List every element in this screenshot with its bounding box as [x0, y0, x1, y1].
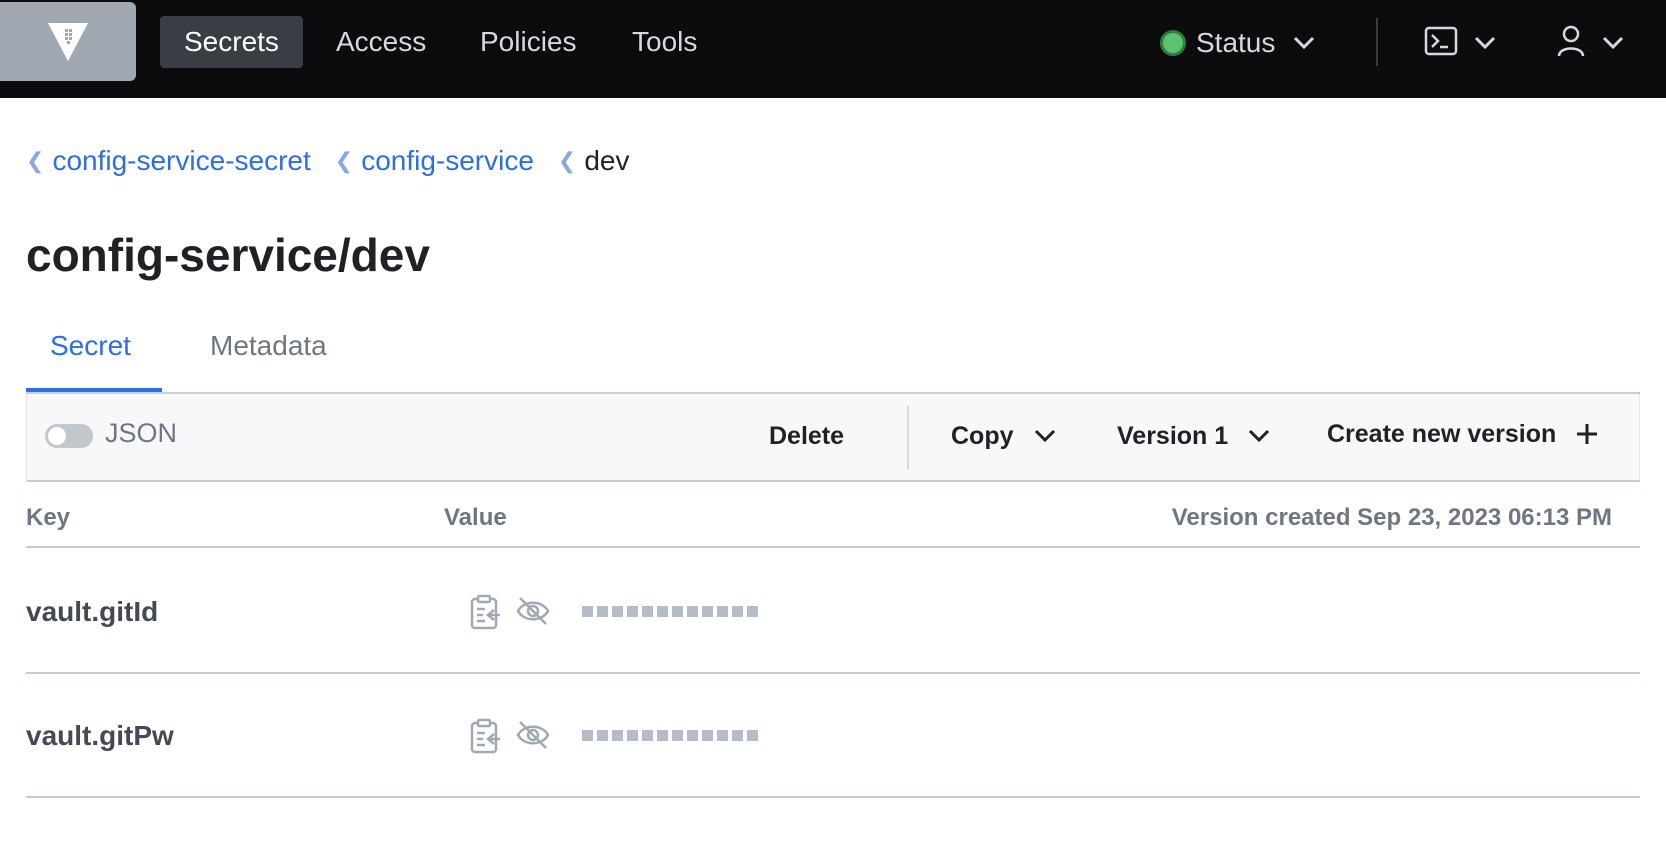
breadcrumb-link-config-service-secret[interactable]: config-service-secret	[52, 145, 310, 177]
toolbar-divider	[907, 406, 909, 470]
json-toggle-label: JSON	[105, 418, 178, 448]
chevron-left-icon: ❮	[26, 148, 45, 173]
version-dropdown[interactable]: Version 1	[1117, 414, 1270, 458]
nav-item-tools[interactable]: Tools	[608, 16, 721, 68]
vault-logo-icon[interactable]	[0, 2, 136, 81]
chevron-down-icon	[1034, 429, 1056, 443]
user-icon	[1556, 24, 1586, 63]
chevron-down-icon	[1248, 429, 1270, 443]
create-new-version-label: Create new version	[1327, 420, 1557, 448]
plus-icon	[1576, 423, 1598, 445]
copy-dropdown[interactable]: Copy	[951, 414, 1056, 458]
chevron-down-icon	[1602, 36, 1624, 50]
status-dot-icon	[1160, 30, 1186, 56]
masked-value	[582, 730, 758, 741]
table-header: Key Value Version created Sep 23, 2023 0…	[26, 484, 1640, 548]
eye-off-icon[interactable]	[516, 596, 550, 631]
json-toggle[interactable]	[45, 424, 93, 448]
column-header-key: Key	[26, 504, 71, 531]
tab-secret[interactable]: Secret	[26, 326, 162, 392]
nav-divider	[1376, 18, 1378, 66]
clipboard-copy-icon[interactable]	[470, 594, 502, 635]
nav-item-policies[interactable]: Policies	[456, 16, 600, 68]
table-row: vault.gitPw	[26, 674, 1640, 798]
toggle-knob	[48, 427, 66, 445]
breadcrumb: ❮ config-service-secret ❮ config-service…	[26, 145, 630, 177]
column-header-value: Value	[444, 504, 507, 531]
eye-off-icon[interactable]	[516, 720, 550, 755]
status-label: Status	[1196, 27, 1276, 58]
table-row: vault.gitId	[26, 550, 1640, 674]
user-menu-button[interactable]	[1556, 22, 1624, 64]
nav-item-access[interactable]: Access	[312, 16, 450, 68]
page-title: config-service/dev	[26, 229, 430, 281]
chevron-down-icon	[1293, 36, 1315, 50]
masked-value	[582, 606, 758, 617]
console-menu-button[interactable]	[1424, 22, 1496, 64]
chevron-left-icon: ❮	[557, 148, 577, 173]
tab-bar: Secret Metadata	[26, 326, 1640, 394]
secret-key: vault.gitId	[26, 596, 159, 627]
secret-key: vault.gitPw	[26, 720, 174, 751]
status-menu[interactable]: Status	[1160, 20, 1315, 66]
breadcrumb-current: dev	[584, 145, 630, 176]
clipboard-copy-icon[interactable]	[470, 718, 502, 759]
delete-button[interactable]: Delete	[769, 414, 844, 458]
nav-item-secrets[interactable]: Secrets	[160, 16, 303, 68]
secret-toolbar: JSON Delete Copy Version 1 Create new ve…	[26, 394, 1640, 482]
version-label: Version 1	[1117, 422, 1229, 450]
terminal-icon	[1424, 26, 1458, 61]
breadcrumb-link-config-service[interactable]: config-service	[361, 145, 534, 177]
version-created-label: Version created Sep 23, 2023 06:13 PM	[1171, 504, 1612, 531]
copy-label: Copy	[951, 422, 1014, 450]
top-nav: Secrets Access Policies Tools Status	[0, 0, 1666, 98]
create-new-version-button[interactable]: Create new version	[1327, 412, 1598, 456]
tab-metadata[interactable]: Metadata	[186, 326, 351, 392]
chevron-left-icon: ❮	[334, 148, 354, 173]
chevron-down-icon	[1474, 36, 1496, 50]
